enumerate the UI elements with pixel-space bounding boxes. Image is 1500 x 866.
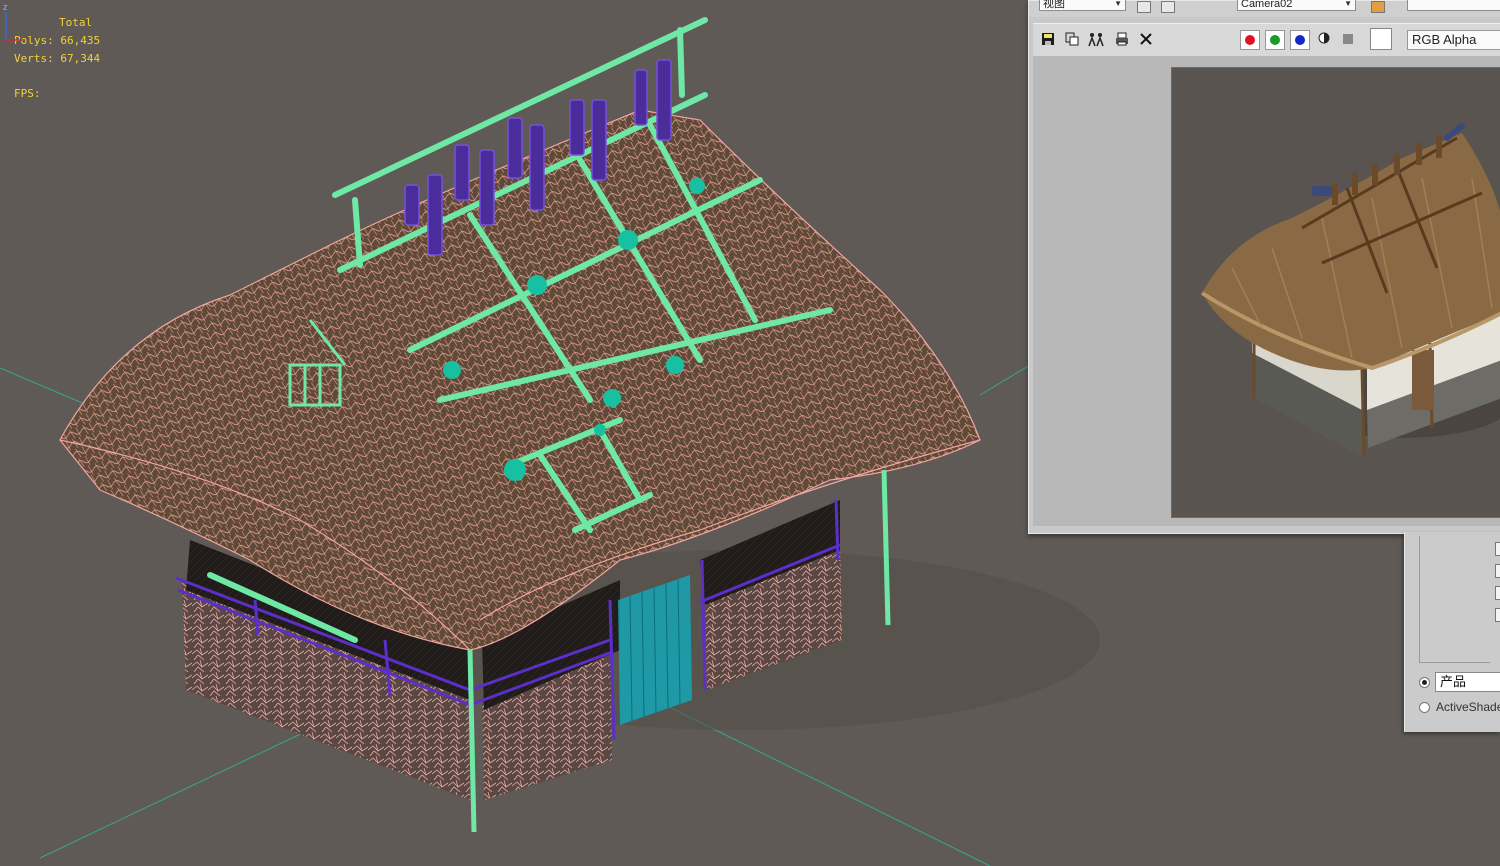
chevron-down-icon: ▼ — [1114, 0, 1122, 8]
clone-icon[interactable] — [1063, 31, 1081, 49]
camera-value: Camera02 — [1241, 0, 1293, 10]
green-channel-button[interactable] — [1265, 30, 1285, 50]
area-to-render-value: 视图 — [1043, 0, 1065, 10]
settings-checkbox-3[interactable] — [1495, 586, 1500, 600]
edit-region-icon[interactable] — [1137, 1, 1151, 13]
color-swatch[interactable] — [1370, 28, 1392, 50]
render-frame-area — [1033, 56, 1500, 526]
display-channel-dropdown[interactable]: RGB Alpha — [1407, 30, 1500, 50]
render-toolbar: RGB Alpha — [1033, 23, 1500, 57]
lock-icon[interactable] — [1371, 1, 1385, 13]
verts-value: 67,344 — [60, 52, 101, 65]
close-icon[interactable] — [1137, 31, 1155, 49]
alpha-channel-icon[interactable] — [1315, 31, 1333, 49]
verts-label: Verts: — [14, 52, 54, 65]
activeshade-radio[interactable] — [1419, 702, 1430, 713]
settings-checkbox-4[interactable] — [1495, 608, 1500, 622]
production-preset-field[interactable]: 产品 — [1435, 672, 1500, 692]
render-preset-dropdown[interactable] — [1407, 0, 1500, 11]
mono-icon[interactable] — [1339, 31, 1357, 49]
rendered-house-image — [1200, 123, 1500, 458]
blue-channel-icon — [1295, 35, 1305, 45]
settings-group-box — [1419, 536, 1490, 663]
chevron-down-icon: ▼ — [1344, 0, 1352, 8]
rendered-frame-window[interactable]: 视图 ▼ Camera02 ▼ RGB Alpha — [1028, 0, 1500, 534]
axis-z-label: z — [3, 2, 8, 12]
blue-channel-button[interactable] — [1290, 30, 1310, 50]
activeshade-label: ActiveShade — [1436, 700, 1500, 714]
people-icon[interactable] — [1087, 31, 1105, 49]
settings-checkbox-1[interactable] — [1495, 542, 1500, 556]
fps-label: FPS: — [14, 87, 41, 100]
viewport-camera-dropdown[interactable]: Camera02 ▼ — [1237, 0, 1356, 11]
print-icon[interactable] — [1113, 31, 1131, 49]
red-channel-icon — [1245, 35, 1255, 45]
production-radio[interactable] — [1419, 677, 1430, 688]
render-settings-panel: 产品 ActiveShade — [1404, 532, 1500, 732]
polys-value: 66,435 — [60, 34, 101, 47]
auto-region-icon[interactable] — [1161, 1, 1175, 13]
save-icon[interactable] — [1039, 31, 1057, 49]
settings-checkbox-2[interactable] — [1495, 564, 1500, 578]
area-to-render-dropdown[interactable]: 视图 ▼ — [1039, 0, 1126, 11]
axis-tripod-icon: z — [3, 2, 24, 41]
green-channel-icon — [1270, 35, 1280, 45]
rendered-image — [1171, 67, 1500, 518]
red-channel-button[interactable] — [1240, 30, 1260, 50]
render-window-top-bar: 视图 ▼ Camera02 ▼ — [1029, 0, 1500, 17]
